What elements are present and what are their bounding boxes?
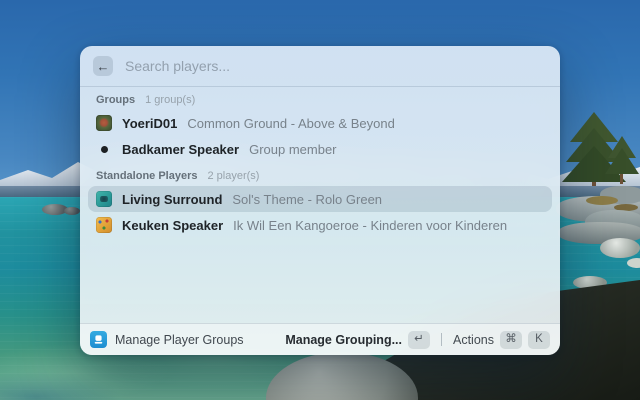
now-playing: Sol's Theme - Rolo Green xyxy=(232,191,383,207)
album-art-icon xyxy=(96,217,112,233)
member-status: Group member xyxy=(249,141,337,157)
command-key-icon: ⌘ xyxy=(500,330,522,349)
now-playing: Ik Wil Een Kangoeroe - Kinderen voor Kin… xyxy=(233,217,508,233)
extension-title: Manage Player Groups xyxy=(115,332,244,347)
list-item-yoerid01[interactable]: YoeriD01 Common Ground - Above & Beyond xyxy=(88,110,552,136)
group-member-dot-icon xyxy=(96,141,112,157)
small-rock xyxy=(64,207,80,215)
section-count: 1 group(s) xyxy=(145,94,196,106)
actions-button[interactable]: Actions ⌘ K xyxy=(453,330,550,349)
player-name: Badkamer Speaker xyxy=(122,141,240,157)
actions-label: Actions xyxy=(453,332,494,347)
search-bar: ← xyxy=(80,46,560,87)
player-name: YoeriD01 xyxy=(122,115,178,131)
list-item-keuken-speaker[interactable]: Keuken Speaker Ik Wil Een Kangoeroe - Ki… xyxy=(88,212,552,238)
white-boulder xyxy=(627,258,640,268)
list-item-living-surround[interactable]: Living Surround Sol's Theme - Rolo Green xyxy=(88,186,552,212)
footer-divider xyxy=(441,333,442,346)
primary-action-label: Manage Grouping... xyxy=(285,332,402,347)
back-button[interactable]: ← xyxy=(93,56,113,76)
album-art-icon xyxy=(96,191,112,207)
player-name: Keuken Speaker xyxy=(122,217,224,233)
footer-bar: Manage Player Groups Manage Grouping... … xyxy=(80,323,560,355)
search-input[interactable] xyxy=(123,57,547,75)
section-header-groups: Groups 1 group(s) xyxy=(88,94,552,110)
desktop: ← Groups 1 group(s) YoeriD01 Common Grou… xyxy=(0,0,640,400)
white-boulder xyxy=(600,238,640,258)
results-list: Groups 1 group(s) YoeriD01 Common Ground… xyxy=(80,87,560,238)
section-count: 2 player(s) xyxy=(207,170,260,182)
section-label: Groups xyxy=(96,94,136,106)
section-label: Standalone Players xyxy=(96,170,198,182)
shore-grass xyxy=(586,196,618,205)
k-key-icon: K xyxy=(528,330,550,349)
section-header-standalone: Standalone Players 2 player(s) xyxy=(88,170,552,186)
album-art-icon xyxy=(96,115,112,131)
speaker-glyph xyxy=(94,335,103,344)
command-palette-window: ← Groups 1 group(s) YoeriD01 Common Grou… xyxy=(80,46,560,355)
now-playing: Common Ground - Above & Beyond xyxy=(187,115,395,131)
list-item-badkamer-speaker[interactable]: Badkamer Speaker Group member xyxy=(88,136,552,162)
player-name: Living Surround xyxy=(122,191,223,207)
arrow-left-icon: ← xyxy=(96,58,110,74)
return-key-icon: ↵ xyxy=(408,330,430,349)
speaker-app-icon xyxy=(90,331,107,348)
manage-grouping-button[interactable]: Manage Grouping... ↵ xyxy=(285,330,430,349)
